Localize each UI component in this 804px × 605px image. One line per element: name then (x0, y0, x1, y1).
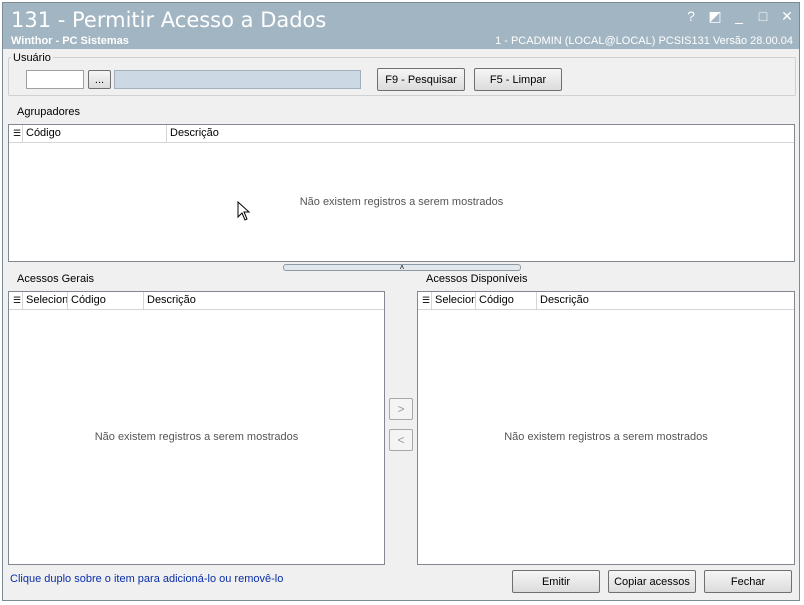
usuario-code-input[interactable] (26, 70, 84, 89)
column-menu-icon[interactable]: ☰ (9, 125, 23, 142)
double-click-hint: Clique duplo sobre o item para adicioná-… (10, 573, 284, 585)
acessos-disponiveis-col-descricao[interactable]: Descrição (537, 292, 794, 309)
agrupadores-grid[interactable]: ☰ Código Descrição Não existem registros… (8, 124, 795, 262)
column-menu-icon[interactable]: ☰ (418, 292, 432, 309)
agrupadores-col-codigo[interactable]: Código (23, 125, 167, 142)
window-title: 131 - Permitir Acesso a Dados (11, 8, 327, 32)
window-controls: ? ◩ _ □ ✕ (685, 8, 793, 25)
column-menu-icon[interactable]: ☰ (9, 292, 23, 309)
acessos-disponiveis-grid-header: ☰ Selecionar Código Descrição (418, 292, 794, 310)
acessos-gerais-grid-header: ☰ Selecionar Código Descrição (9, 292, 384, 310)
minimize-icon[interactable]: _ (733, 8, 745, 24)
acessos-disponiveis-label: Acessos Disponíveis (424, 273, 530, 285)
mouse-cursor-icon (237, 201, 251, 221)
acessos-gerais-empty-message: Não existem registros a serem mostrados (94, 431, 299, 443)
copy-access-button[interactable]: Copiar acessos (608, 570, 696, 593)
acessos-disponiveis-col-selecionar[interactable]: Selecionar (432, 292, 476, 309)
search-button[interactable]: F9 - Pesquisar (377, 68, 465, 91)
agrupadores-label: Agrupadores (15, 106, 82, 118)
help-icon[interactable]: ? (685, 8, 697, 24)
usuario-label: Usuário (11, 52, 53, 64)
agrupadores-col-descricao[interactable]: Descrição (167, 125, 794, 142)
usuario-name-field (114, 70, 361, 89)
remove-access-button[interactable]: < (389, 429, 413, 451)
acessos-gerais-grid[interactable]: ☰ Selecionar Código Descrição Não existe… (8, 291, 385, 565)
maximize-icon[interactable]: □ (757, 8, 769, 24)
usuario-browse-button[interactable]: ... (88, 70, 111, 89)
acessos-gerais-col-descricao[interactable]: Descrição (144, 292, 384, 309)
agrupadores-grid-header: ☰ Código Descrição (9, 125, 794, 143)
close-button[interactable]: Fechar (704, 570, 792, 593)
splitter-handle[interactable]: ˄ (283, 264, 521, 272)
acessos-disponiveis-empty-message: Não existem registros a serem mostrados (504, 431, 708, 443)
close-icon[interactable]: ✕ (781, 8, 793, 24)
acessos-gerais-col-selecionar[interactable]: Selecionar (23, 292, 68, 309)
acessos-disponiveis-col-codigo[interactable]: Código (476, 292, 537, 309)
title-bar: 131 - Permitir Acesso a Dados Winthor - … (3, 3, 799, 49)
agrupadores-empty-message: Não existem registros a serem mostrados (299, 196, 504, 208)
add-access-button[interactable]: > (389, 398, 413, 420)
restore-icon[interactable]: ◩ (708, 8, 721, 24)
clear-button[interactable]: F5 - Limpar (474, 68, 562, 91)
window-subtitle: Winthor - PC Sistemas (11, 35, 129, 47)
acessos-gerais-label: Acessos Gerais (15, 273, 97, 285)
session-info: 1 - PCADMIN (LOCAL@LOCAL) PCSIS131 Versã… (495, 35, 793, 47)
acessos-gerais-col-codigo[interactable]: Código (68, 292, 144, 309)
emit-button[interactable]: Emitir (512, 570, 600, 593)
acessos-disponiveis-grid[interactable]: ☰ Selecionar Código Descrição Não existe… (417, 291, 795, 565)
